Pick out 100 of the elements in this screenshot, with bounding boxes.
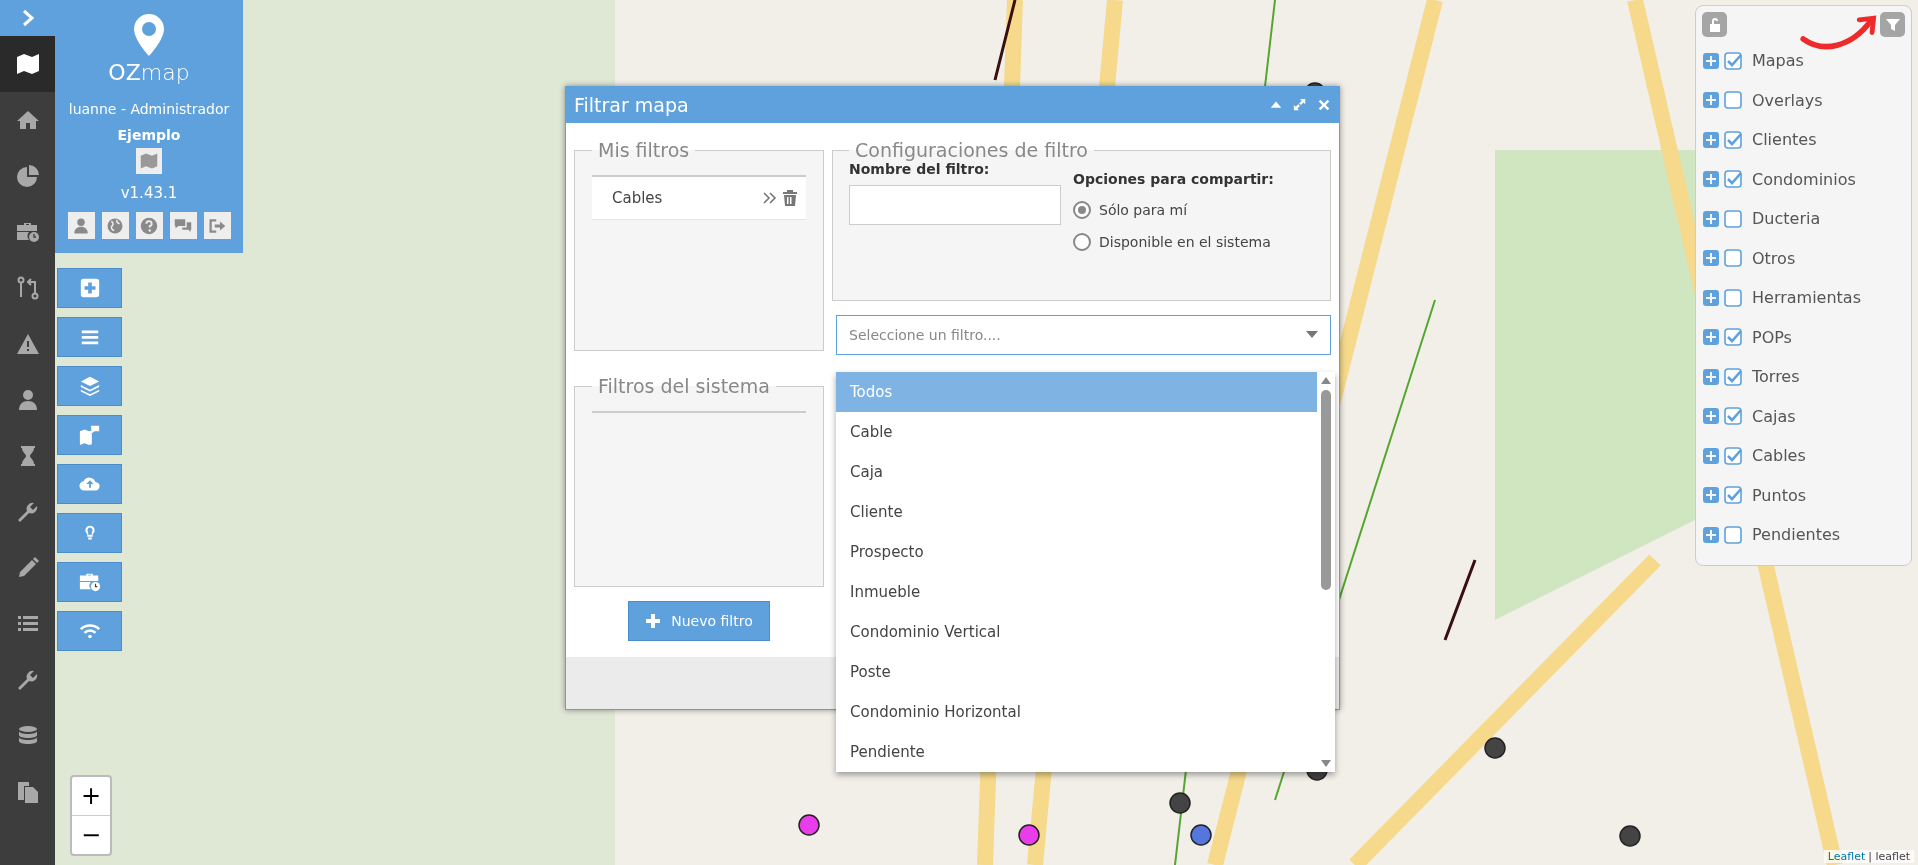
layer-checkbox[interactable] bbox=[1724, 486, 1742, 505]
layer-checkbox[interactable] bbox=[1724, 130, 1742, 149]
expand-layer-icon[interactable] bbox=[1703, 171, 1719, 188]
idea-button[interactable] bbox=[57, 513, 122, 553]
project-map-button[interactable] bbox=[136, 148, 162, 174]
filter-select[interactable]: Seleccione un filtro.... bbox=[836, 315, 1331, 355]
help-icon bbox=[140, 216, 158, 235]
zoom-in-button[interactable]: + bbox=[72, 777, 110, 816]
panel-title: Filtros del sistema bbox=[597, 375, 771, 397]
maximize-button[interactable] bbox=[1293, 98, 1307, 112]
profile-button[interactable] bbox=[67, 212, 95, 239]
upload-button[interactable] bbox=[57, 464, 122, 504]
network-node[interactable] bbox=[798, 814, 820, 836]
radio-button[interactable] bbox=[1073, 233, 1091, 251]
expand-layer-icon[interactable] bbox=[1703, 526, 1719, 543]
layer-checkbox[interactable] bbox=[1724, 209, 1742, 228]
radio-label: Sólo para mí bbox=[1099, 202, 1188, 218]
layer-checkbox[interactable] bbox=[1724, 51, 1742, 70]
layer-checkbox[interactable] bbox=[1724, 91, 1742, 110]
attribution-text: | leaflet bbox=[1868, 850, 1910, 863]
dropdown-option[interactable]: Inmueble bbox=[836, 572, 1317, 612]
layer-checkbox[interactable] bbox=[1724, 170, 1742, 189]
help-button[interactable] bbox=[135, 212, 163, 239]
chat-button[interactable] bbox=[169, 212, 197, 239]
field-label: Opciones para compartir: bbox=[1073, 171, 1274, 187]
funnel-icon bbox=[1884, 16, 1901, 33]
user-icon bbox=[72, 216, 90, 235]
network-node[interactable] bbox=[1018, 824, 1040, 846]
menu-button[interactable] bbox=[57, 317, 122, 357]
filter-name[interactable]: Cables bbox=[612, 189, 758, 207]
layer-label: Torres bbox=[1752, 367, 1800, 387]
scroll-up-icon bbox=[1321, 376, 1331, 384]
copy-icon bbox=[15, 780, 40, 804]
dropdown-option[interactable]: Cliente bbox=[836, 492, 1317, 532]
wifi-button[interactable] bbox=[57, 611, 122, 651]
version-text: v1.43.1 bbox=[120, 184, 178, 202]
expand-layer-icon[interactable] bbox=[1703, 52, 1719, 69]
expand-layer-icon[interactable] bbox=[1703, 368, 1719, 385]
layers-button[interactable] bbox=[57, 366, 122, 406]
panel-title: Mis filtros bbox=[597, 139, 691, 161]
dropdown-option[interactable]: Poste bbox=[836, 652, 1317, 692]
dropdown-option[interactable]: Condominio Horizontal bbox=[836, 692, 1317, 732]
dropdown-option[interactable]: Condominio Vertical bbox=[836, 612, 1317, 652]
expand-layer-icon[interactable] bbox=[1703, 289, 1719, 306]
filter-button[interactable] bbox=[1880, 12, 1905, 37]
dropdown-option[interactable]: Cable bbox=[836, 412, 1317, 452]
filter-name-input[interactable] bbox=[849, 185, 1061, 225]
expand-layer-icon[interactable] bbox=[1703, 487, 1719, 504]
expand-layer-icon[interactable] bbox=[1703, 408, 1719, 425]
layer-checkbox[interactable] bbox=[1724, 249, 1742, 268]
layer-checkbox[interactable] bbox=[1724, 367, 1742, 386]
network-node[interactable] bbox=[1190, 824, 1212, 846]
globe-button[interactable] bbox=[101, 212, 129, 239]
layer-checkbox[interactable] bbox=[1724, 525, 1742, 544]
layer-checkbox[interactable] bbox=[1724, 446, 1742, 465]
layer-checkbox[interactable] bbox=[1724, 407, 1742, 426]
expand-layer-icon[interactable] bbox=[1703, 210, 1719, 227]
layer-checkbox[interactable] bbox=[1724, 328, 1742, 347]
project-name: Ejemplo bbox=[117, 127, 181, 143]
attribution-link[interactable]: Leaflet bbox=[1827, 850, 1866, 863]
layer-label: Mapas bbox=[1752, 51, 1804, 71]
network-node[interactable] bbox=[1169, 792, 1191, 814]
add-button[interactable] bbox=[57, 268, 122, 308]
dialog-title: Filtrar mapa bbox=[574, 94, 690, 116]
schedule-button[interactable] bbox=[57, 562, 122, 602]
warning-icon bbox=[15, 332, 40, 356]
network-node[interactable] bbox=[1484, 737, 1506, 759]
briefcase-clock-icon bbox=[15, 220, 40, 244]
pie-chart-icon bbox=[15, 164, 40, 188]
network-node[interactable] bbox=[1619, 825, 1641, 847]
scrollbar-thumb[interactable] bbox=[1321, 390, 1331, 590]
chat-icon bbox=[174, 216, 192, 235]
lock-button[interactable] bbox=[1702, 12, 1727, 37]
layer-label: Ducteria bbox=[1752, 209, 1821, 229]
radio-button[interactable] bbox=[1073, 201, 1091, 219]
layers-icon bbox=[78, 375, 101, 397]
layer-label: Overlays bbox=[1752, 90, 1823, 110]
expand-layer-icon[interactable] bbox=[1703, 329, 1719, 346]
expand-layer-icon[interactable] bbox=[1703, 447, 1719, 464]
layer-label: Pendientes bbox=[1752, 525, 1841, 545]
expand-layer-icon[interactable] bbox=[1703, 250, 1719, 267]
user-name: luanne - Administrador bbox=[68, 101, 230, 117]
layer-label: POPs bbox=[1752, 327, 1792, 347]
sidebar-button[interactable] bbox=[0, 36, 55, 92]
layer-checkbox[interactable] bbox=[1724, 288, 1742, 307]
logout-button[interactable] bbox=[203, 212, 231, 239]
layer-label: Otros bbox=[1752, 248, 1796, 268]
dropdown-option[interactable]: Prospecto bbox=[836, 532, 1317, 572]
home-icon bbox=[15, 108, 40, 132]
close-button[interactable] bbox=[1317, 98, 1331, 112]
expand-layer-icon[interactable] bbox=[1703, 92, 1719, 109]
expand-layer-icon[interactable] bbox=[1703, 131, 1719, 148]
map-comment-icon bbox=[78, 424, 101, 446]
map-comment-button[interactable] bbox=[57, 415, 122, 455]
layer-label: Clientes bbox=[1752, 130, 1817, 150]
zoom-out-button[interactable]: − bbox=[72, 816, 110, 854]
layer-label: Cajas bbox=[1752, 406, 1796, 426]
dropdown-option[interactable]: Caja bbox=[836, 452, 1317, 492]
delete-icon[interactable] bbox=[782, 189, 798, 207]
dropdown-option[interactable]: Pendiente bbox=[836, 732, 1317, 772]
